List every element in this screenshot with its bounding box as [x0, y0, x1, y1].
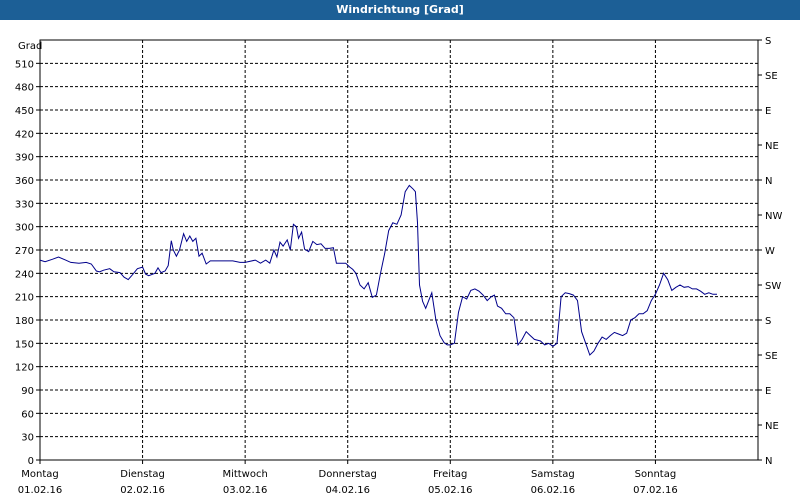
x-tick-date: 05.02.16: [428, 485, 473, 496]
right-tick-label: NW: [765, 211, 782, 222]
x-tick-date: 03.02.16: [223, 485, 268, 496]
wind-direction-chart: 0 30 60 90 120 150 180 210 240 270 300 330 360 390 420…: [15, 36, 783, 496]
y-axis-ticks: 0 30 60 90 120 150 180 210 240 270 300 330 360 390 420…: [15, 59, 40, 467]
y-tick-label: 270: [15, 246, 34, 257]
y-tick-label: 480: [15, 83, 34, 94]
x-tick-day: Mittwoch: [222, 469, 267, 480]
right-tick-label: SE: [765, 351, 778, 362]
y-tick-label: 120: [15, 363, 34, 374]
x-tick-date: 07.02.16: [633, 485, 678, 496]
x-tick-date: 02.02.16: [120, 485, 165, 496]
x-tick-day: Montag: [21, 469, 58, 480]
y-tick-label: 300: [15, 223, 34, 234]
right-tick-label: SE: [765, 71, 778, 82]
y-tick-label: 360: [15, 176, 34, 187]
y-tick-label: 90: [21, 386, 34, 397]
x-tick-date: 01.02.16: [18, 485, 63, 496]
right-tick-label: SW: [765, 281, 781, 292]
right-tick-label: NE: [765, 421, 779, 432]
x-axis-ticks: Montag 01.02.16 Dienstag 02.02.16 Mittwoch 03…: [18, 460, 678, 496]
right-axis-ticks: N NE E SE S SW W NW N NE E SE S: [758, 36, 782, 467]
x-tick-day: Dienstag: [120, 469, 165, 480]
y-tick-label: 150: [15, 339, 34, 350]
y-axis-label: Grad: [18, 41, 42, 52]
y-tick-label: 60: [21, 409, 34, 420]
y-tick-label: 420: [15, 129, 34, 140]
right-tick-label: W: [765, 246, 775, 257]
right-tick-label: N: [765, 456, 772, 467]
y-tick-label: 510: [15, 59, 34, 70]
x-tick-day: Sonntag: [635, 469, 677, 480]
y-tick-label: 30: [21, 433, 34, 444]
x-tick-day: Samstag: [531, 469, 575, 480]
right-tick-label: N: [765, 176, 772, 187]
right-tick-label: NE: [765, 141, 779, 152]
x-tick-day: Donnerstag: [319, 469, 377, 480]
y-tick-label: 450: [15, 106, 34, 117]
right-tick-label: S: [765, 316, 771, 327]
y-tick-label: 330: [15, 199, 34, 210]
y-tick-label: 180: [15, 316, 34, 327]
right-tick-label: E: [765, 386, 771, 397]
y-tick-label: 240: [15, 269, 34, 280]
y-tick-label: 210: [15, 293, 34, 304]
right-tick-label: S: [765, 36, 771, 47]
y-tick-label: 0: [28, 456, 34, 467]
x-tick-date: 06.02.16: [531, 485, 576, 496]
right-tick-label: E: [765, 106, 771, 117]
y-tick-label: 390: [15, 153, 34, 164]
x-tick-day: Freitag: [433, 469, 467, 480]
x-tick-date: 04.02.16: [325, 485, 370, 496]
